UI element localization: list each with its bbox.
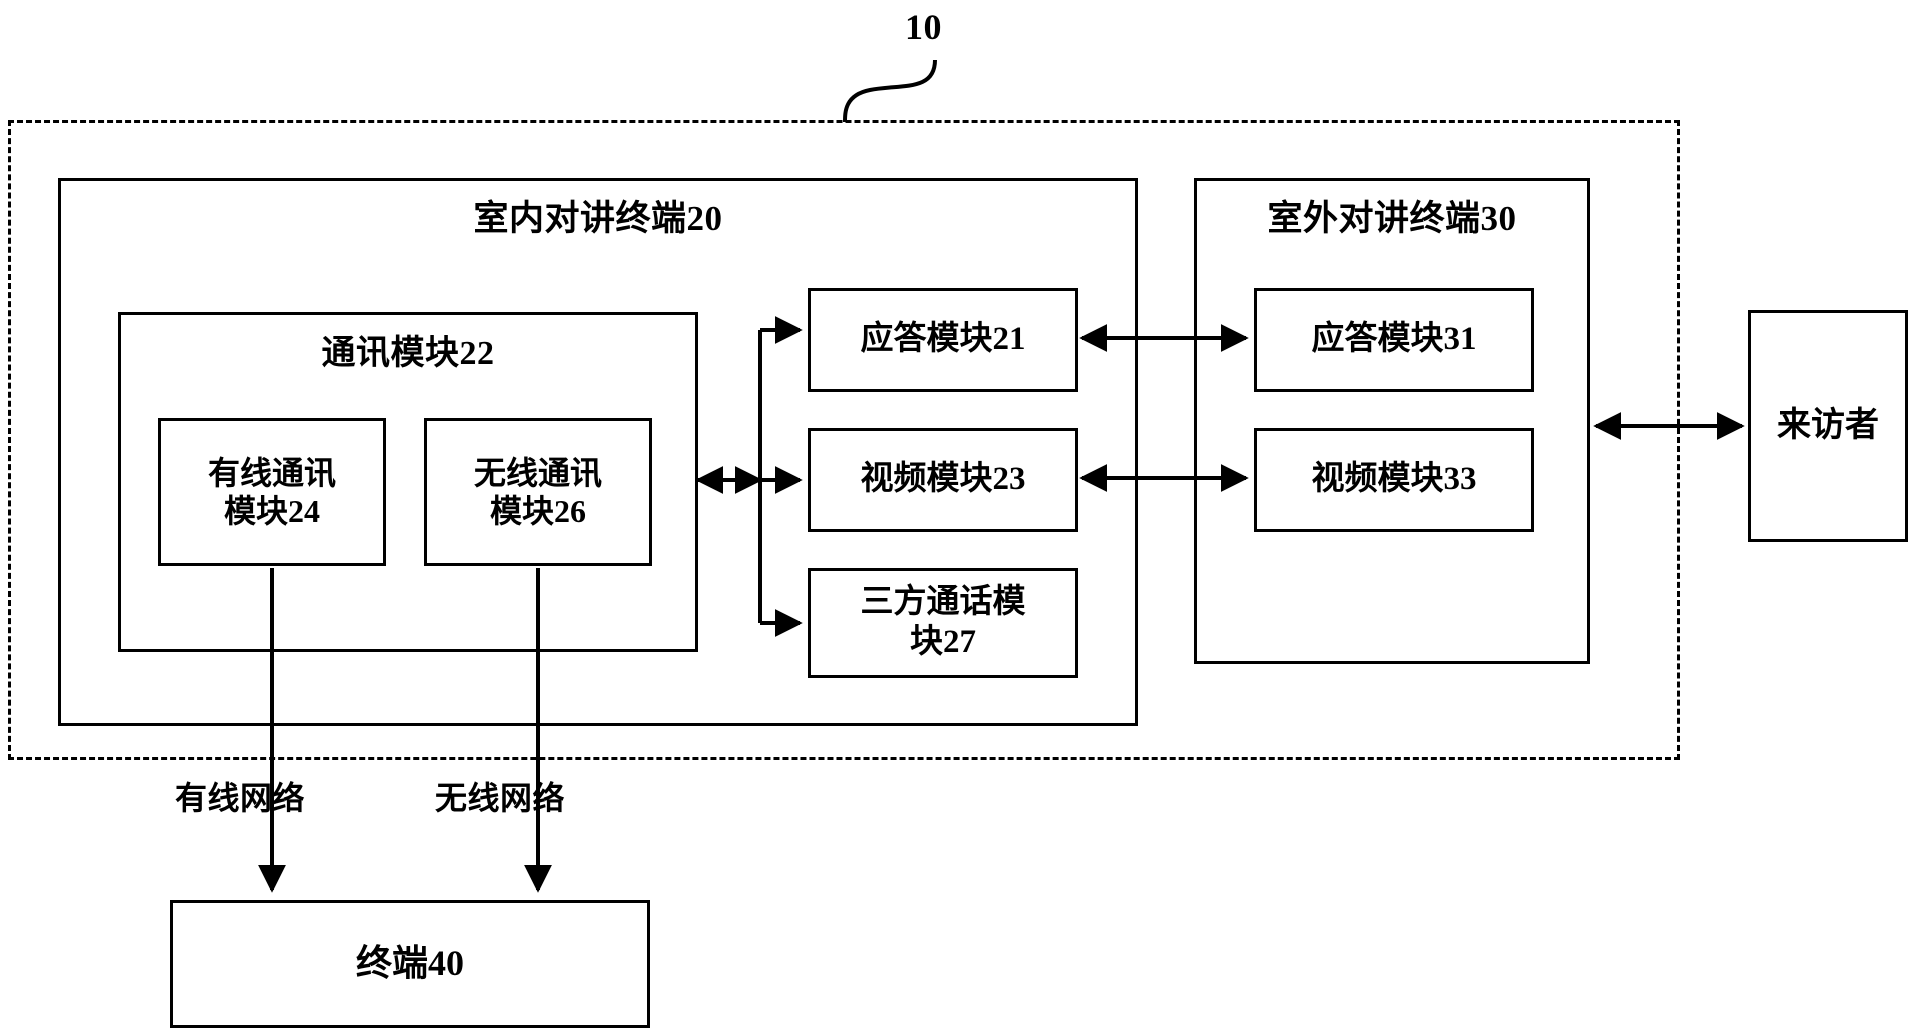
outdoor-video-module-label: 视频模块33 bbox=[1311, 461, 1477, 498]
wired-network-label: 有线网络 bbox=[174, 780, 305, 816]
three-way-call-line1: 三方通话模 bbox=[860, 584, 1026, 621]
wired-communication-module-label: 有线通讯 模块24 bbox=[161, 421, 383, 563]
visitor-label: 来访者 bbox=[1777, 406, 1879, 444]
three-way-call-module-box: 三方通话模 块27 bbox=[808, 568, 1078, 678]
wireless-communication-module-label: 无线通讯 模块26 bbox=[427, 421, 649, 563]
terminal40-label: 终端40 bbox=[355, 943, 464, 984]
wireless-communication-module-box: 无线通讯 模块26 bbox=[424, 418, 652, 566]
indoor-video-module-box: 视频模块23 bbox=[808, 428, 1078, 532]
indoor-answer-module-box: 应答模块21 bbox=[808, 288, 1078, 392]
communication-module-title: 通讯模块22 bbox=[321, 335, 495, 372]
three-way-call-line2: 块27 bbox=[910, 624, 976, 660]
outdoor-answer-module-label: 应答模块31 bbox=[1311, 321, 1477, 358]
visitor-box: 来访者 bbox=[1748, 310, 1908, 542]
reference-leader-line bbox=[843, 59, 937, 123]
wired-module-line2: 模块24 bbox=[223, 493, 320, 529]
indoor-answer-module-label: 应答模块21 bbox=[860, 321, 1026, 358]
terminal40-box: 终端40 bbox=[170, 900, 650, 1028]
diagram-canvas: 10 室内对讲终端20 通讯模块22 有线通讯 模块24 无线通讯 模块26 应… bbox=[0, 0, 1931, 1035]
outdoor-video-module-box: 视频模块33 bbox=[1254, 428, 1534, 532]
three-way-call-module-label: 三方通话模 块27 bbox=[811, 571, 1075, 675]
wireless-network-label: 无线网络 bbox=[434, 780, 565, 816]
outdoor-terminal-box bbox=[1194, 178, 1590, 664]
wired-communication-module-box: 有线通讯 模块24 bbox=[158, 418, 386, 566]
wireless-module-line2: 模块26 bbox=[489, 493, 586, 529]
indoor-video-module-label: 视频模块23 bbox=[860, 461, 1026, 498]
wired-module-line1: 有线通讯 bbox=[207, 454, 336, 491]
wireless-module-line1: 无线通讯 bbox=[473, 454, 602, 491]
indoor-terminal-title: 室内对讲终端20 bbox=[473, 199, 723, 238]
outdoor-answer-module-box: 应答模块31 bbox=[1254, 288, 1534, 392]
system-reference-label: 10 bbox=[905, 7, 942, 47]
outdoor-terminal-title: 室外对讲终端30 bbox=[1267, 199, 1517, 238]
